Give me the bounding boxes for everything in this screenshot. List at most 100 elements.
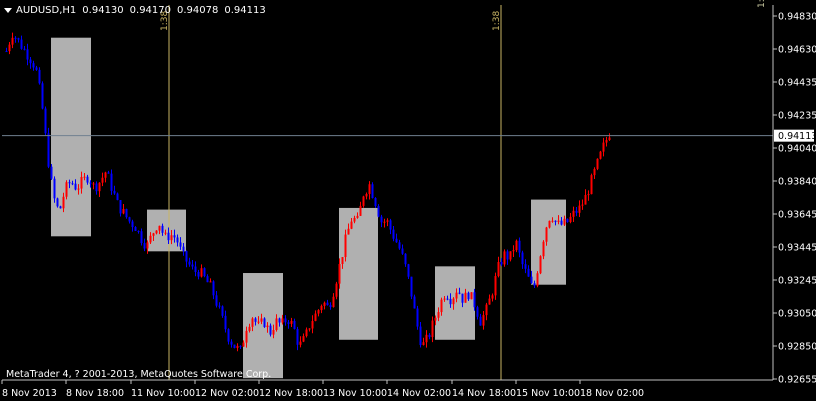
candle-body — [572, 210, 575, 217]
time-label: 13 Nov 10:00 — [323, 388, 387, 399]
candle-body — [71, 183, 74, 185]
candle-body — [110, 173, 113, 191]
price-label: 0.94235 — [778, 111, 816, 122]
scale-indicator: 1:5 — [757, 0, 767, 8]
time-label: 15 Nov 10:00 — [516, 388, 580, 399]
candle-body — [182, 246, 185, 251]
candle-body — [74, 183, 77, 190]
candle-body — [128, 217, 131, 222]
candle-body — [356, 215, 359, 218]
candle-body — [101, 177, 104, 183]
candle-body — [383, 221, 386, 223]
candle-body — [521, 252, 524, 265]
candle-body — [11, 37, 14, 45]
candle-body — [530, 276, 533, 284]
price-label: 0.92850 — [778, 342, 816, 353]
candle-body — [398, 242, 401, 249]
candle-body — [575, 210, 578, 213]
candle-body — [116, 193, 119, 201]
candle-body — [338, 264, 341, 284]
mt4-chart-window[interactable]: 1:38 1:38 0.94830 0.94630 0.94435 0.94235 0.94… — [0, 0, 816, 401]
time-label: 11 Nov 10:00 — [131, 388, 195, 399]
candle-body — [206, 276, 209, 283]
candle-body — [152, 233, 155, 236]
candle-body — [452, 298, 455, 305]
candle-body — [257, 321, 260, 323]
candle-body — [203, 268, 206, 277]
candle-body — [53, 178, 56, 199]
quote-low: 0.94078 — [177, 4, 219, 16]
candle-body — [98, 182, 101, 192]
candle-body — [221, 306, 224, 316]
candle-body — [5, 51, 8, 53]
candle-body — [41, 83, 44, 109]
quote-high: 0.94170 — [129, 4, 172, 16]
candle-body — [281, 318, 284, 323]
candle-body — [296, 329, 299, 345]
price-label: 0.94040 — [778, 144, 816, 155]
time-label: 18 Nov 02:00 — [580, 388, 644, 399]
candle-body — [518, 240, 521, 253]
candle-body — [488, 298, 491, 305]
candle-body — [569, 216, 572, 223]
candle-body — [323, 302, 326, 306]
candle-body — [275, 318, 278, 330]
candle-body — [446, 298, 449, 300]
candle-body — [485, 304, 488, 316]
candle-body — [92, 183, 95, 185]
candle-body — [119, 200, 122, 214]
candle-body — [173, 235, 176, 238]
candle-body — [233, 344, 236, 348]
price-chart[interactable]: 1:38 1:38 0.948300.946300.944350.942350.94… — [0, 0, 816, 401]
candle-body — [314, 313, 317, 321]
candle-body — [434, 317, 437, 321]
candle-body — [428, 334, 431, 338]
candle-body — [350, 221, 353, 229]
candle-body — [158, 225, 161, 231]
candle-body — [209, 281, 212, 283]
candle-body — [386, 220, 389, 222]
candle-body — [455, 292, 458, 299]
candle-body — [311, 320, 314, 329]
candle-body — [29, 59, 32, 64]
candle-body — [59, 206, 62, 209]
dropdown-triangle-icon[interactable] — [4, 7, 12, 13]
candle-body — [218, 305, 221, 307]
price-label: 0.94435 — [778, 78, 816, 89]
chart-header: AUDUSD,H1 0.94130 0.94170 0.94078 0.9411… — [4, 3, 272, 17]
candle-body — [83, 176, 86, 178]
candle-body — [380, 216, 383, 223]
candle-body — [143, 243, 146, 249]
candle-body — [62, 196, 65, 209]
candle-body — [416, 308, 419, 327]
candle-body — [422, 342, 425, 346]
candle-body — [539, 256, 542, 274]
candle-body — [533, 283, 536, 286]
candle-body — [470, 292, 473, 300]
time-label: 8 Nov 18:00 — [66, 388, 124, 399]
price-label: 0.92655 — [778, 375, 816, 386]
highlight-rectangle[interactable] — [339, 207, 378, 340]
candle-body — [80, 177, 83, 189]
candle-body — [122, 208, 125, 214]
candle-body — [299, 341, 302, 345]
candle-body — [146, 242, 149, 249]
candle-body — [527, 268, 530, 277]
candle-body — [608, 137, 611, 141]
quote-open: 0.94130 — [82, 4, 124, 16]
highlight-rectangle[interactable] — [531, 199, 566, 285]
time-label: 14 Nov 18:00 — [452, 388, 516, 399]
candle-body — [239, 345, 242, 347]
candle-body — [191, 264, 194, 267]
candle-body — [461, 293, 464, 303]
candle-body — [245, 330, 248, 343]
candle-body — [230, 341, 233, 345]
quote-close: 0.94113 — [224, 4, 266, 16]
candle-body — [251, 318, 254, 327]
candle-body — [464, 292, 467, 303]
candle-body — [302, 336, 305, 342]
candle-body — [512, 250, 515, 252]
candle-body — [185, 250, 188, 262]
candle-body — [68, 182, 71, 184]
candle-body — [500, 262, 503, 265]
